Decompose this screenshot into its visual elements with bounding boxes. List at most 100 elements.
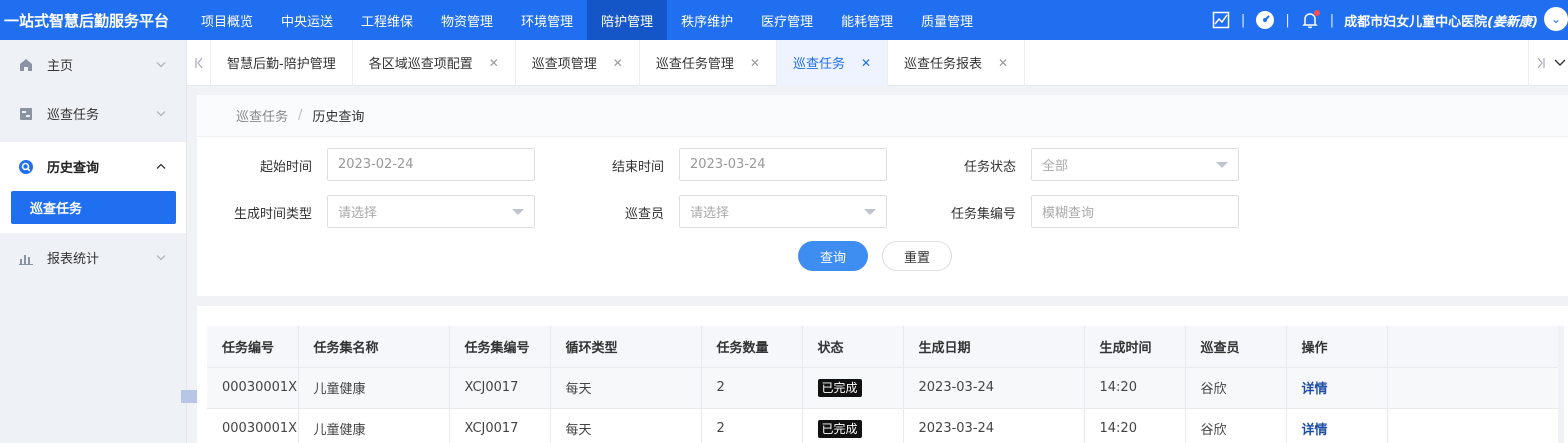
- results-table: 任务编号 任务集名称 任务集编号 循环类型 任务数量 状态 生成日期 生成时间 …: [207, 326, 1561, 443]
- topnav-item-security[interactable]: 秩序维护: [667, 0, 747, 40]
- search-icon: [18, 159, 34, 175]
- table-scrollbar[interactable]: [1558, 326, 1564, 443]
- breadcrumb-parent[interactable]: 巡查任务: [236, 106, 288, 125]
- sidebar-item-reports[interactable]: 报表统计: [0, 233, 186, 282]
- chevron-down-icon: [156, 59, 166, 70]
- gen-type-select[interactable]: 请选择: [327, 195, 535, 228]
- close-icon[interactable]: ✕: [998, 56, 1008, 70]
- inspector-label: 巡查员: [624, 207, 664, 222]
- chevron-up-icon: [156, 161, 166, 172]
- caret-down-icon: [864, 208, 876, 215]
- tab-label: 各区域巡查项配置: [368, 57, 473, 72]
- details-link[interactable]: 详情: [1302, 423, 1328, 438]
- tab-task-report[interactable]: 巡查任务报表 ✕: [888, 39, 1026, 86]
- bell-icon[interactable]: [1300, 10, 1320, 30]
- end-time-field[interactable]: 2023-03-24: [679, 148, 887, 181]
- topnav-item-overview[interactable]: 项目概览: [187, 0, 267, 40]
- cell-action: 详情: [1286, 367, 1388, 409]
- sidebar-item-history-query[interactable]: 历史查询: [0, 142, 186, 191]
- tab-label: 巡查任务管理: [655, 57, 734, 72]
- col-gen-time: 生成时间: [1084, 326, 1186, 368]
- dashboard-icon[interactable]: [1255, 10, 1275, 30]
- col-status: 状态: [802, 326, 904, 368]
- trend-chart-icon[interactable]: [1211, 10, 1231, 30]
- col-cycle-type: 循环类型: [550, 326, 702, 368]
- org-user-label[interactable]: 成都市妇女儿童中心医院(姜新康): [1344, 11, 1538, 30]
- separator: |: [1240, 12, 1246, 28]
- filter-panel: 巡查任务 / 历史查询 起始时间 2023-02-24 结束时间 2023-03…: [197, 95, 1568, 296]
- user-name: (姜新康): [1487, 14, 1538, 30]
- task-status-label: 任务状态: [963, 160, 1016, 175]
- tab-label: 巡查任务报表: [904, 57, 983, 72]
- inspector-select[interactable]: 请选择: [679, 195, 887, 228]
- cell-inspector: 谷欣: [1185, 408, 1287, 443]
- query-button[interactable]: 查询: [798, 241, 868, 271]
- tab-escort-home[interactable]: 智慧后勤-陪护管理: [211, 39, 353, 86]
- sidebar-group-history: 历史查询 巡查任务: [0, 142, 186, 233]
- cell-filler: [1387, 367, 1561, 409]
- topnav-item-escort[interactable]: 陪护管理: [587, 0, 668, 40]
- chevron-down-icon: [156, 108, 166, 119]
- task-status-select[interactable]: 全部: [1031, 148, 1239, 181]
- close-icon[interactable]: ✕: [750, 56, 760, 70]
- tab-label: 巡查项管理: [531, 57, 597, 72]
- tab-label: 巡查任务: [792, 57, 845, 72]
- reset-button[interactable]: 重置: [882, 241, 952, 271]
- sidebar-scrollbar[interactable]: [181, 390, 197, 403]
- topnav-item-energy[interactable]: 能耗管理: [827, 0, 907, 40]
- tab-item-management[interactable]: 巡查项管理 ✕: [516, 39, 640, 86]
- tab-inspection-task[interactable]: 巡查任务 ✕: [776, 39, 889, 86]
- col-set-name: 任务集名称: [298, 326, 450, 368]
- tab-area-config[interactable]: 各区域巡查项配置 ✕: [353, 39, 516, 86]
- chevron-down-icon: [156, 252, 166, 263]
- breadcrumb: 巡查任务 / 历史查询: [197, 95, 1568, 137]
- table-row: 00030001X0 儿童健康 XCJ0017 每天 2 已完成 2023-03…: [207, 408, 1561, 443]
- close-icon[interactable]: ✕: [861, 56, 871, 70]
- sidebar-item-label: 历史查询: [47, 161, 100, 176]
- cell-cycle-type: 每天: [550, 408, 702, 443]
- tab-menu-chevron-icon[interactable]: [1552, 40, 1568, 86]
- col-set-no: 任务集编号: [449, 326, 551, 368]
- topnav-item-quality[interactable]: 质量管理: [907, 0, 987, 40]
- close-icon[interactable]: ✕: [613, 56, 623, 70]
- details-link[interactable]: 详情: [1302, 382, 1328, 397]
- cell-cycle-type: 每天: [550, 367, 702, 409]
- set-no-input[interactable]: 模糊查询: [1031, 195, 1239, 228]
- end-time-label: 结束时间: [611, 160, 664, 175]
- start-time-label: 起始时间: [259, 160, 312, 175]
- cell-status: 已完成: [802, 367, 904, 409]
- col-task-count: 任务数量: [701, 326, 803, 368]
- end-time-value: 2023-03-24: [690, 157, 766, 172]
- sidebar-item-label: 主页: [47, 59, 74, 74]
- tab-scroll-left-icon[interactable]: [187, 39, 211, 86]
- cell-gen-time: 14:20: [1084, 408, 1186, 443]
- home-icon: [18, 57, 34, 73]
- tab-label: 智慧后勤-陪护管理: [227, 57, 336, 72]
- sidebar-subitem-inspection-task[interactable]: 巡查任务: [11, 191, 176, 224]
- tab-task-management[interactable]: 巡查任务管理 ✕: [640, 39, 777, 86]
- cell-task-no: 00030001X0: [207, 367, 299, 409]
- user-menu-icon[interactable]: ⌄: [1544, 7, 1568, 31]
- topnav-item-medical[interactable]: 医疗管理: [747, 0, 827, 40]
- close-icon[interactable]: ✕: [489, 56, 499, 70]
- sidebar-item-label: 巡查任务: [47, 108, 100, 123]
- breadcrumb-current: 历史查询: [312, 110, 365, 125]
- cell-set-no: XCJ0017: [449, 367, 551, 409]
- org-name: 成都市妇女儿童中心医院: [1344, 14, 1488, 30]
- start-time-field[interactable]: 2023-02-24: [327, 148, 535, 181]
- sidebar-submenu: 巡查任务: [0, 191, 186, 233]
- topnav-item-environment[interactable]: 环境管理: [507, 0, 587, 40]
- topnav-item-transport[interactable]: 中央运送: [267, 0, 347, 40]
- topnav-item-materials[interactable]: 物资管理: [427, 0, 507, 40]
- col-action: 操作: [1286, 326, 1388, 368]
- cell-gen-date: 2023-03-24: [903, 408, 1085, 443]
- cell-set-no: XCJ0017: [449, 408, 551, 443]
- sidebar-item-inspection-tasks[interactable]: 巡查任务: [0, 89, 186, 138]
- col-filler: [1387, 326, 1561, 368]
- results-panel: 任务编号 任务集名称 任务集编号 循环类型 任务数量 状态 生成日期 生成时间 …: [197, 306, 1568, 443]
- topnav-item-maintenance[interactable]: 工程维保: [347, 0, 427, 40]
- cell-gen-date: 2023-03-24: [903, 367, 1085, 409]
- sidebar-item-label: 报表统计: [47, 252, 100, 267]
- sidebar-item-home[interactable]: 主页: [0, 40, 186, 89]
- tab-scroll-right-icon[interactable]: [1528, 40, 1552, 86]
